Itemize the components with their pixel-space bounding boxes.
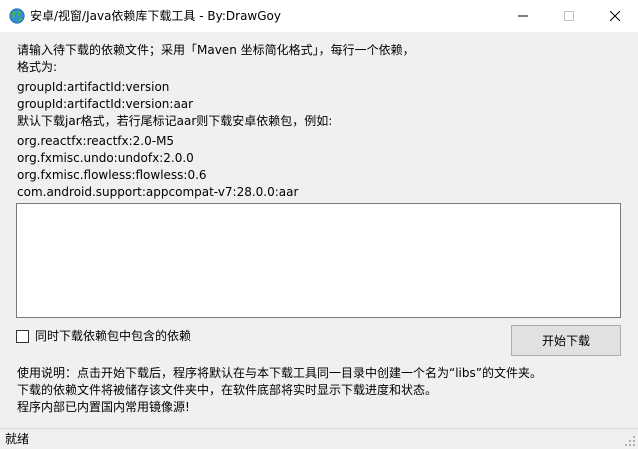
instruction-line: 默认下载jar格式，若行尾标记aar则下载安卓依赖包，例如:: [17, 114, 333, 128]
close-icon: [610, 11, 620, 21]
status-bar: 就绪: [0, 428, 638, 449]
usage-line: 使用说明：点击开始下载后，程序将默认在与本下载工具同一目录中创建一个名为“lib…: [17, 366, 542, 380]
instruction-line: 请输入待下载的依赖文件；采用「Maven 坐标简化格式」，每行一个依赖，: [17, 43, 415, 57]
start-download-button[interactable]: 开始下载: [511, 325, 621, 356]
close-button[interactable]: [592, 0, 638, 32]
maximize-button[interactable]: [546, 0, 592, 32]
instruction-line: org.reactfx:reactfx:2.0-M5: [17, 134, 175, 148]
instruction-line: groupId:artifactId:version:aar: [17, 97, 194, 111]
instruction-line: com.android.support:appcompat-v7:28.0.0:…: [17, 185, 299, 199]
instruction-line: groupId:artifactId:version: [17, 80, 170, 94]
maximize-icon: [564, 11, 574, 21]
instruction-line: org.fxmisc.flowless:flowless:0.6: [17, 168, 207, 182]
checkbox-label[interactable]: 同时下载依赖包中包含的依赖: [35, 328, 191, 344]
instruction-line: 格式为:: [17, 60, 58, 74]
usage-line: 下载的依赖文件将被储存该文件夹中，在软件底部将实时显示下载进度和状态。: [17, 383, 438, 397]
instructions-text: 请输入待下载的依赖文件；采用「Maven 坐标简化格式」，每行一个依赖， 格式为…: [17, 42, 617, 201]
client-area: 请输入待下载的依赖文件；采用「Maven 坐标简化格式」，每行一个依赖， 格式为…: [0, 32, 638, 428]
status-text: 就绪: [5, 432, 30, 446]
checkbox-box[interactable]: [16, 329, 29, 343]
title-bar[interactable]: 安卓/视窗/Java依赖库下载工具 - By:DrawGoy: [0, 0, 638, 32]
include-dependencies-checkbox[interactable]: 同时下载依赖包中包含的依赖: [16, 328, 191, 344]
minimize-icon: [518, 15, 528, 17]
instruction-line: org.fxmisc.undo:undofx:2.0.0: [17, 151, 194, 165]
globe-icon: [9, 8, 25, 24]
dependencies-input[interactable]: [16, 203, 621, 318]
minimize-button[interactable]: [500, 0, 546, 32]
window-title: 安卓/视窗/Java依赖库下载工具 - By:DrawGoy: [30, 9, 281, 23]
resize-grip-icon[interactable]: [625, 436, 636, 447]
usage-line: 程序内部已内置国内常用镜像源!: [17, 400, 190, 414]
usage-text: 使用说明：点击开始下载后，程序将默认在与本下载工具同一目录中创建一个名为“lib…: [17, 365, 627, 416]
